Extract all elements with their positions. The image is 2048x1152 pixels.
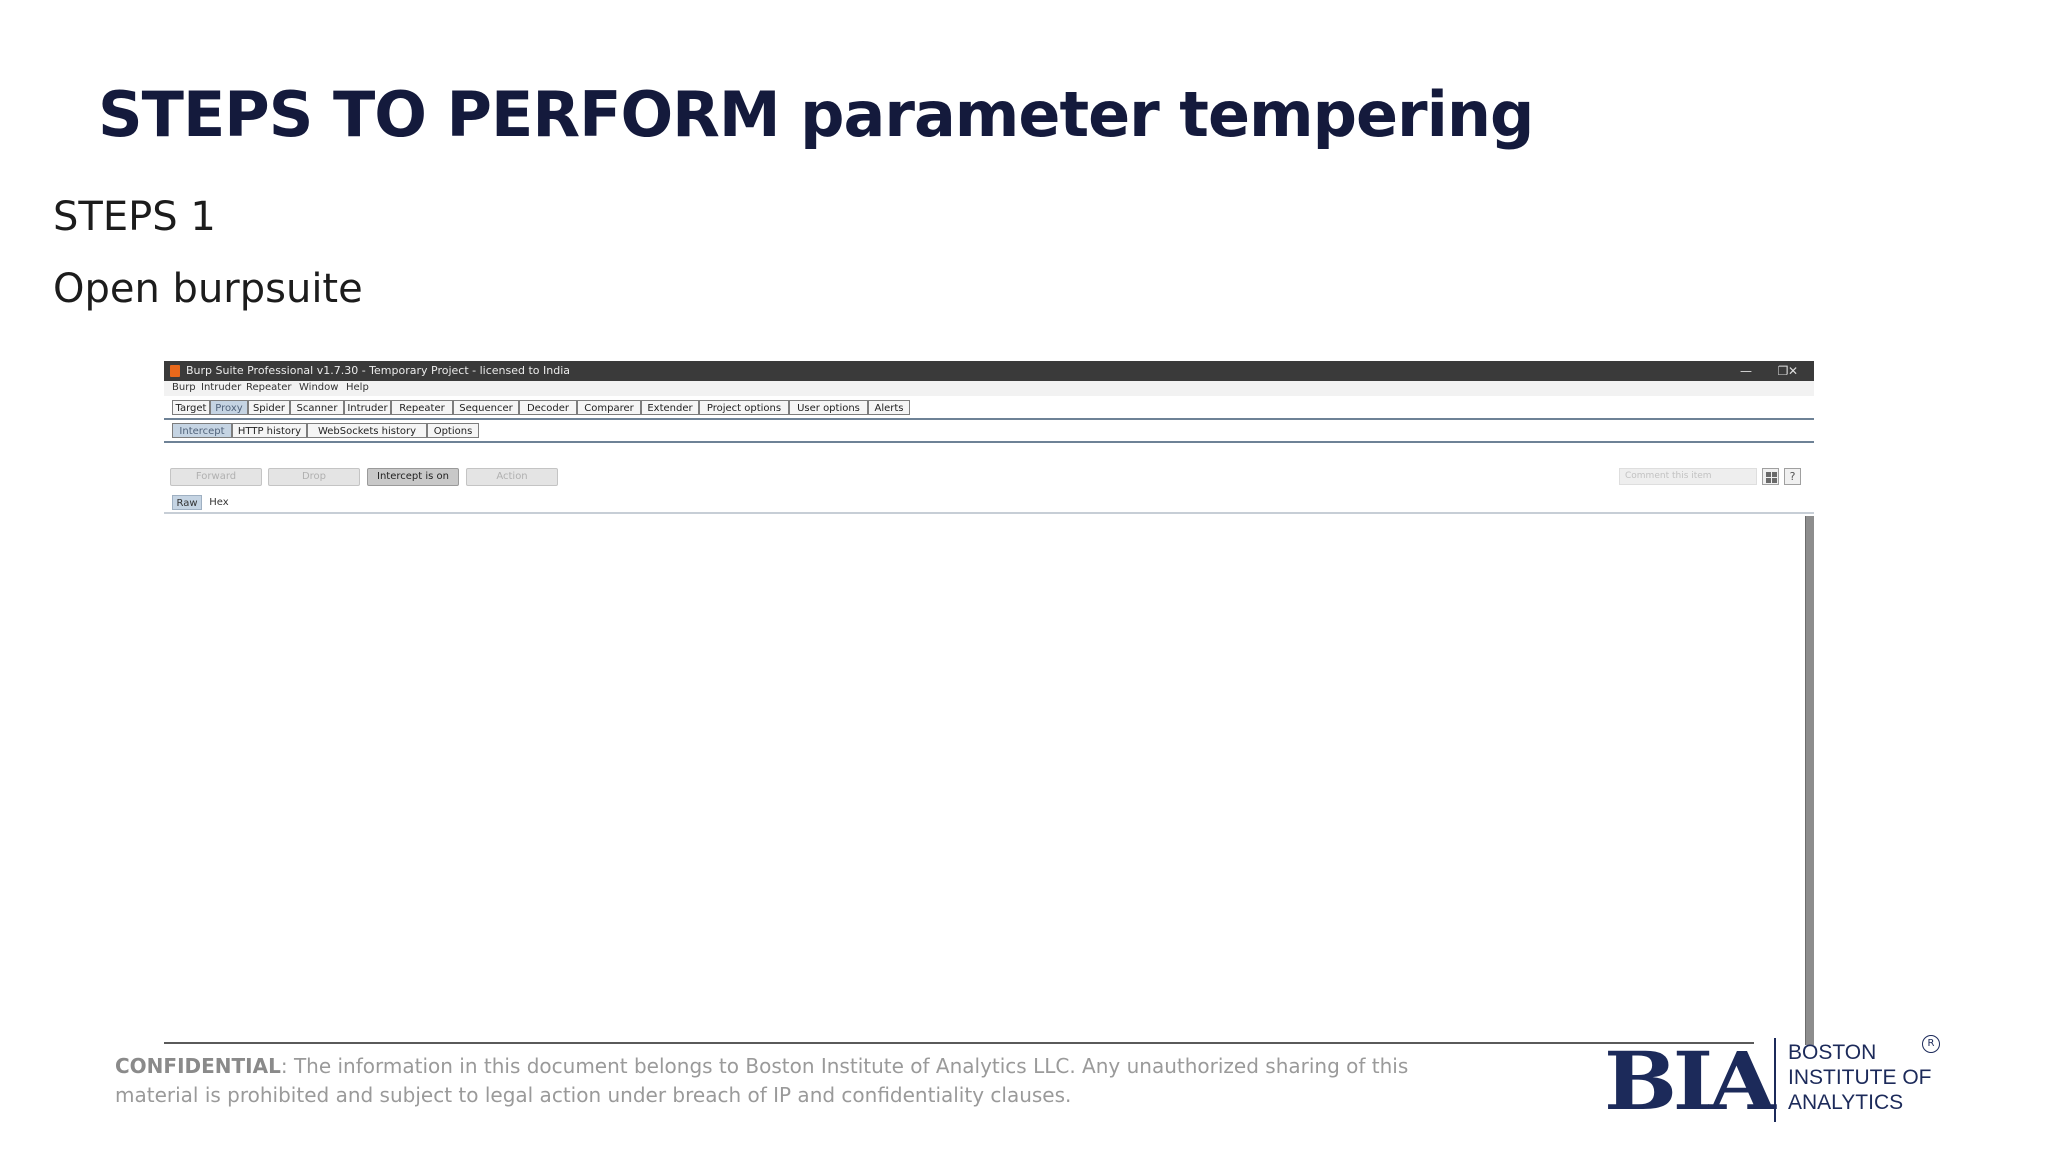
- tab-extender[interactable]: Extender: [641, 400, 699, 415]
- tab-options[interactable]: Options: [427, 423, 479, 438]
- tab-hex[interactable]: Hex: [204, 495, 234, 510]
- confidential-label: CONFIDENTIAL: [115, 1054, 281, 1078]
- help-icon[interactable]: ?: [1784, 468, 1801, 485]
- tab-spider[interactable]: Spider: [248, 400, 290, 415]
- tab-websockets-history[interactable]: WebSockets history: [307, 423, 427, 438]
- confidentiality-notice: CONFIDENTIAL: The information in this do…: [115, 1052, 1415, 1110]
- burp-suite-window: Burp Suite Professional v1.7.30 - Tempor…: [164, 361, 1814, 1045]
- menu-repeater[interactable]: Repeater: [246, 382, 291, 393]
- tab-scanner[interactable]: Scanner: [290, 400, 344, 415]
- logo-divider: [1774, 1038, 1776, 1122]
- highlight-grid-icon[interactable]: [1762, 468, 1779, 485]
- menu-window[interactable]: Window: [299, 382, 338, 393]
- bia-logo: BIA BOSTON INSTITUTE OF ANALYTICS R: [1604, 1034, 1944, 1124]
- logo-text: BOSTON INSTITUTE OF ANALYTICS: [1788, 1041, 1932, 1114]
- slide-title: STEPS TO PERFORM parameter tempering: [98, 78, 1534, 151]
- menu-bar: Burp Intruder Repeater Window Help: [164, 381, 1814, 396]
- menu-intruder[interactable]: Intruder: [201, 382, 241, 393]
- window-title: Burp Suite Professional v1.7.30 - Tempor…: [186, 364, 571, 377]
- tab-repeater[interactable]: Repeater: [391, 400, 453, 415]
- window-bottom-border: [164, 1042, 1754, 1044]
- tab-comparer[interactable]: Comparer: [577, 400, 641, 415]
- step-number: STEPS 1: [53, 194, 216, 240]
- vertical-scrollbar[interactable]: [1805, 516, 1814, 1045]
- confidential-text: : The information in this document belon…: [115, 1054, 1409, 1107]
- tab-decoder[interactable]: Decoder: [519, 400, 577, 415]
- minimize-icon[interactable]: —: [1733, 362, 1759, 380]
- menu-burp[interactable]: Burp: [172, 382, 196, 393]
- tab-intercept[interactable]: Intercept: [172, 423, 232, 438]
- tab-project-options[interactable]: Project options: [699, 400, 789, 415]
- drop-button[interactable]: Drop: [268, 468, 360, 486]
- tab-sequencer[interactable]: Sequencer: [453, 400, 519, 415]
- intercept-toggle[interactable]: Intercept is on: [367, 468, 459, 486]
- burp-app-icon: [170, 365, 180, 377]
- tab-intruder[interactable]: Intruder: [344, 400, 391, 415]
- request-editor[interactable]: [164, 514, 1804, 1045]
- logo-mark: BIA: [1604, 1034, 1776, 1128]
- tab-http-history[interactable]: HTTP history: [232, 423, 307, 438]
- proxy-tab-bar: Intercept HTTP history WebSockets histor…: [164, 421, 1814, 443]
- forward-button[interactable]: Forward: [170, 468, 262, 486]
- registered-trademark-icon: R: [1922, 1035, 1940, 1053]
- tab-alerts[interactable]: Alerts: [868, 400, 910, 415]
- close-icon[interactable]: ✕: [1780, 362, 1806, 380]
- tab-raw[interactable]: Raw: [172, 495, 202, 510]
- window-titlebar: Burp Suite Professional v1.7.30 - Tempor…: [164, 361, 1814, 381]
- comment-input[interactable]: Comment this item: [1619, 468, 1757, 485]
- tab-proxy[interactable]: Proxy: [210, 400, 248, 415]
- menu-help[interactable]: Help: [346, 382, 369, 393]
- tab-target[interactable]: Target: [172, 400, 210, 415]
- step-instruction: Open burpsuite: [53, 266, 363, 312]
- main-tab-bar: Target Proxy Spider Scanner Intruder Rep…: [164, 398, 1814, 420]
- action-button[interactable]: Action: [466, 468, 558, 486]
- tab-user-options[interactable]: User options: [789, 400, 868, 415]
